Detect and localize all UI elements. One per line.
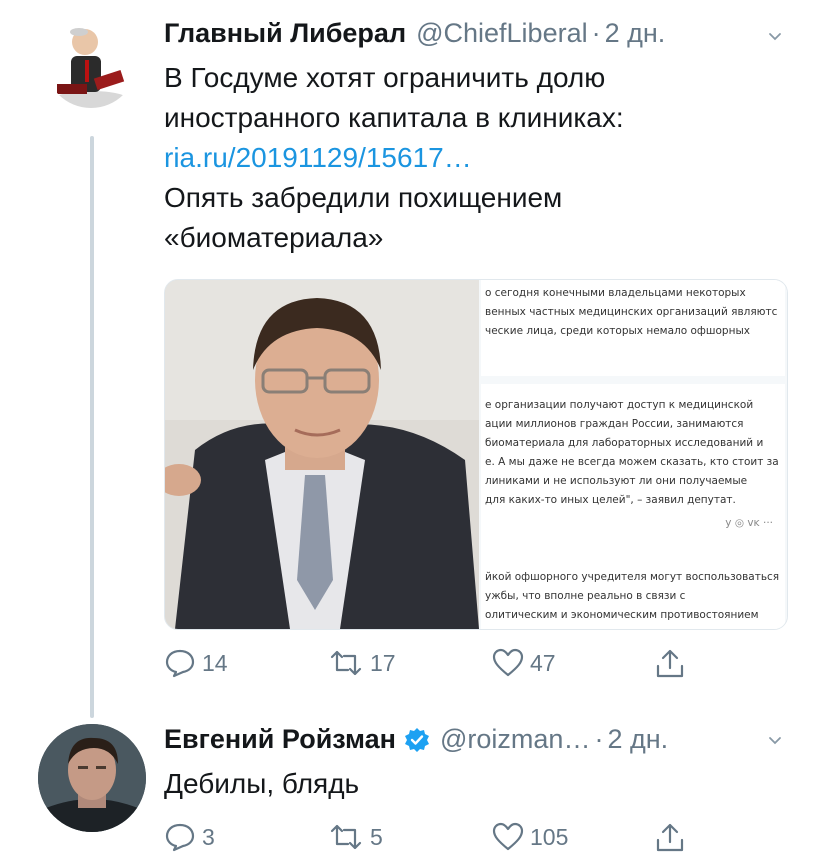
article-line: олитическим и экономическим противостоян… [485, 609, 759, 621]
profile-photo [38, 724, 146, 832]
retweet-icon [330, 824, 362, 850]
article-line: ческие лица, среди которых немало офшорн… [485, 325, 750, 337]
article-line: о сегодня конечными владельцами некоторы… [485, 287, 746, 299]
user-handle[interactable]: @roizman… [440, 724, 590, 755]
article-line: е организации получают доступ к медицинс… [485, 399, 754, 411]
tweet2-text: Дебилы, блядь [164, 764, 359, 804]
article-line: биоматериала для лабораторных исследован… [485, 437, 764, 449]
share-icon [656, 823, 684, 852]
tweet-text-line: «биоматериала» [164, 222, 384, 253]
reply-count: 3 [202, 823, 215, 850]
reply-count: 14 [202, 649, 228, 676]
tweet1-media-image[interactable]: о сегодня конечными владельцами некоторы… [164, 279, 788, 630]
tweet1-header: Главный Либерал @ChiefLiberal · 2 дн. [164, 18, 665, 49]
user-handle[interactable]: @ChiefLiberal [416, 18, 588, 49]
article-screenshot: о сегодня конечными владельцами некоторы… [479, 280, 787, 629]
article-share-icons: у ◎ ᴠᴋ ··· [725, 517, 773, 529]
reply-icon [165, 649, 195, 678]
tweet2-header: Евгений Ройзман @roizman… · 2 дн. [164, 724, 668, 755]
tweet-text-line: Опять забредили похищением [164, 182, 563, 213]
like-count: 105 [530, 823, 569, 850]
share-button[interactable] [654, 648, 686, 680]
man-in-suit-photo [165, 280, 479, 629]
article-line: е. А мы даже не всегда можем сказать, кт… [485, 456, 779, 468]
avatar-roizman[interactable] [38, 724, 146, 832]
like-button[interactable]: 47 [492, 648, 556, 678]
reply-button[interactable]: 14 [164, 648, 228, 678]
article-paragraph-3: йкой офшорного учредителя могут воспольз… [481, 562, 785, 629]
article-line: венных частных медицинских организаций я… [485, 306, 778, 318]
chevron-down-icon[interactable] [768, 734, 782, 748]
article-paragraph-2: е организации получают доступ к медицинс… [481, 384, 785, 562]
verified-badge-icon [405, 727, 429, 752]
avatar-chief-liberal[interactable] [45, 16, 137, 108]
like-button[interactable]: 105 [492, 822, 568, 852]
retweet-icon [330, 650, 362, 676]
article-line: ации миллионов граждан России, занимаютс… [485, 418, 744, 430]
retweet-count: 17 [370, 649, 396, 676]
heart-icon [492, 822, 524, 851]
separator-dot: · [594, 724, 604, 754]
reply-button[interactable]: 3 [164, 822, 215, 852]
timestamp[interactable]: 2 дн. [605, 18, 666, 49]
article-link[interactable]: ria.ru/20191129/15617… [164, 138, 624, 178]
tweet-text-line: В Госдуме хотят ограничить долю [164, 62, 606, 93]
tweet-text-line: Дебилы, блядь [164, 768, 360, 799]
share-button[interactable] [654, 822, 686, 854]
article-line: для каких-то иных целей", – заявил депут… [485, 494, 736, 506]
caricature-avatar-image [45, 16, 137, 108]
reply-icon [165, 823, 195, 852]
politician-photo [165, 280, 479, 629]
retweet-button[interactable]: 17 [328, 648, 396, 678]
heart-icon [492, 648, 524, 677]
chevron-down-icon[interactable] [768, 30, 782, 44]
article-line: линиками и не используют ли они получаем… [485, 475, 748, 487]
tweet-text-line: иностранного капитала в клиниках: [164, 102, 624, 133]
article-paragraph-1: о сегодня конечными владельцами некоторы… [481, 280, 785, 376]
retweet-button[interactable]: 5 [328, 822, 383, 852]
retweet-count: 5 [370, 823, 383, 850]
display-name[interactable]: Евгений Ройзман [164, 724, 396, 755]
timestamp[interactable]: 2 дн. [607, 724, 668, 755]
article-line: ужбы, что вполне реально в связи с [485, 590, 686, 602]
tweet1-text: В Госдуме хотят ограничить долю иностран… [164, 58, 624, 258]
separator-dot: · [591, 18, 601, 48]
article-line: йкой офшорного учредителя могут воспольз… [485, 571, 780, 583]
share-icon [656, 649, 684, 678]
like-count: 47 [530, 649, 556, 676]
thread-connector-line [90, 136, 94, 718]
display-name[interactable]: Главный Либерал [164, 18, 406, 49]
